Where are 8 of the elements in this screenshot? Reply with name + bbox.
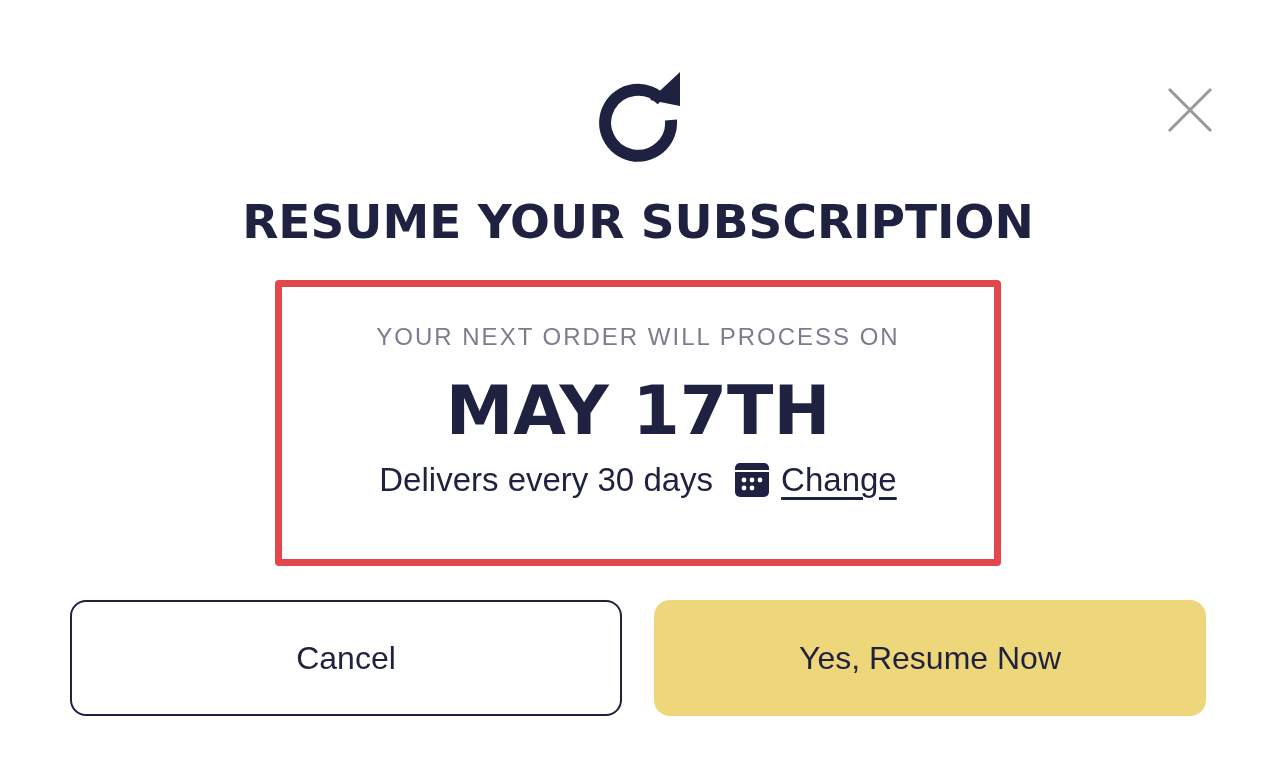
change-link[interactable]: Change [781,461,897,499]
next-order-label: YOUR NEXT ORDER WILL PROCESS ON [376,323,900,351]
delivery-frequency: Delivers every 30 days [379,461,714,499]
cancel-button[interactable]: Cancel [70,600,622,716]
dialog-title: RESUME YOUR SUBSCRIPTION [242,193,1034,251]
resume-button[interactable]: Yes, Resume Now [654,600,1206,716]
calendar-icon [735,463,770,497]
next-order-date: MAY 17TH [445,370,831,452]
